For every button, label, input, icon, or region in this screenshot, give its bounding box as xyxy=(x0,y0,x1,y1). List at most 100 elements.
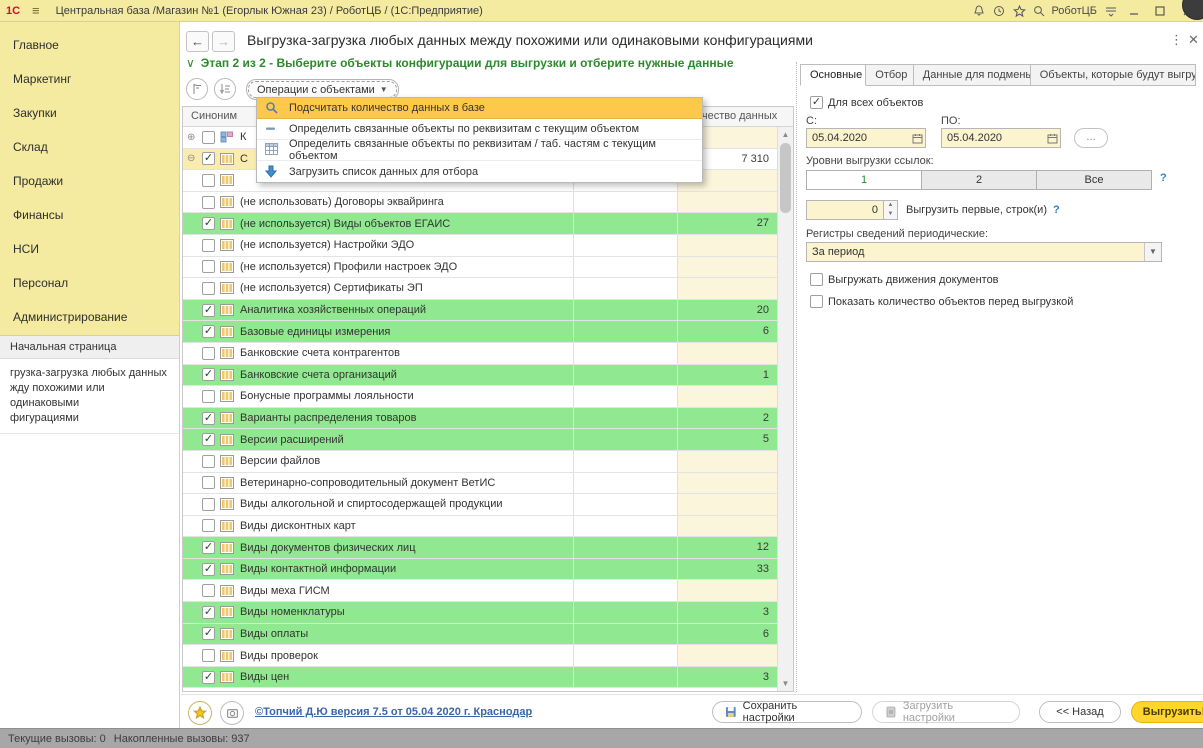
first-rows-input[interactable]: 0 xyxy=(806,200,884,220)
row-name-cell[interactable]: ✓Банковские счета организаций xyxy=(183,365,574,386)
row-count-cell[interactable] xyxy=(678,516,777,537)
table-scrollbar[interactable]: ▲ ▼ xyxy=(777,127,793,691)
row-name-cell[interactable]: Виды алкогольной и спиртосодержащей прод… xyxy=(183,494,574,515)
row-name-cell[interactable]: (не используется) Настройки ЭДО xyxy=(183,235,574,256)
for-all-objects-checkbox[interactable]: ✓ Для всех объектов xyxy=(806,96,923,109)
main-menu-hamburger-icon[interactable]: ≡ xyxy=(32,3,40,18)
level-segment[interactable]: Все xyxy=(1037,170,1152,190)
row-filter-cell[interactable] xyxy=(574,300,678,321)
row-checkbox[interactable]: ✓ xyxy=(202,606,215,619)
scroll-down-icon[interactable]: ▼ xyxy=(779,677,792,690)
tab-item[interactable]: Отбор xyxy=(866,64,913,86)
row-checkbox[interactable] xyxy=(202,347,215,360)
row-count-cell[interactable]: 1 xyxy=(678,365,777,386)
forward-icon[interactable]: → xyxy=(212,31,235,52)
search-scope-label[interactable]: РоботЦБ xyxy=(1051,5,1097,17)
row-count-cell[interactable] xyxy=(678,257,777,278)
date-from-field[interactable]: 05.04.2020 xyxy=(806,128,926,148)
sidebar-section-item[interactable]: Персонал xyxy=(0,266,179,300)
row-checkbox[interactable] xyxy=(202,649,215,662)
menu-item[interactable]: Подсчитать количество данных в базе xyxy=(257,98,702,119)
row-name-cell[interactable]: ✓Варианты распределения товаров xyxy=(183,408,574,429)
row-checkbox[interactable]: ✓ xyxy=(202,217,215,230)
row-count-cell[interactable] xyxy=(678,473,777,494)
row-filter-cell[interactable] xyxy=(574,365,678,386)
table-row[interactable]: Версии файлов xyxy=(183,451,777,473)
row-checkbox[interactable] xyxy=(202,519,215,532)
row-filter-cell[interactable] xyxy=(574,645,678,666)
row-filter-cell[interactable] xyxy=(574,408,678,429)
table-row[interactable]: ✓Версии расширений5 xyxy=(183,429,777,451)
row-name-cell[interactable]: ✓Виды цен xyxy=(183,667,574,688)
row-name-cell[interactable]: ✓(не используется) Виды объектов ЕГАИС xyxy=(183,213,574,234)
checkbox-icon[interactable] xyxy=(810,273,823,286)
export-movements-checkbox[interactable]: Выгружать движения документов xyxy=(806,273,999,286)
row-count-cell[interactable]: 33 xyxy=(678,559,777,580)
maximize-icon[interactable] xyxy=(1147,2,1173,20)
sidebar-section-item[interactable]: Склад xyxy=(0,130,179,164)
tab-item[interactable]: Данные для подмены xyxy=(914,64,1031,86)
show-count-checkbox[interactable]: Показать количество объектов перед выгру… xyxy=(806,295,1073,308)
row-filter-cell[interactable] xyxy=(574,235,678,256)
row-count-cell[interactable] xyxy=(678,494,777,515)
row-checkbox[interactable] xyxy=(202,282,215,295)
calendar-icon[interactable] xyxy=(1044,129,1060,147)
table-row[interactable]: ✓Аналитика хозяйственных операций20 xyxy=(183,300,777,322)
row-filter-cell[interactable] xyxy=(574,429,678,450)
row-count-cell[interactable] xyxy=(678,451,777,472)
row-count-cell[interactable] xyxy=(678,192,777,213)
row-checkbox[interactable] xyxy=(202,131,215,144)
row-checkbox[interactable] xyxy=(202,584,215,597)
more-actions-icon[interactable]: ⋮ xyxy=(1170,32,1183,48)
collapse-chevron-icon[interactable]: ∨ xyxy=(186,56,195,70)
row-count-cell[interactable] xyxy=(678,580,777,601)
dropdown-arrow-icon[interactable]: ▼ xyxy=(1144,243,1161,261)
row-checkbox[interactable] xyxy=(202,390,215,403)
spin-down-icon[interactable]: ▼ xyxy=(884,210,897,219)
row-count-cell[interactable]: 27 xyxy=(678,213,777,234)
expand-all-button[interactable] xyxy=(186,78,208,100)
row-name-cell[interactable]: Виды проверок xyxy=(183,645,574,666)
table-row[interactable]: Ветеринарно-сопроводительный документ Ве… xyxy=(183,473,777,495)
row-count-cell[interactable] xyxy=(678,278,777,299)
row-name-cell[interactable]: ✓Версии расширений xyxy=(183,429,574,450)
row-checkbox[interactable] xyxy=(202,455,215,468)
row-checkbox[interactable] xyxy=(202,174,215,187)
search-icon[interactable] xyxy=(1029,2,1049,20)
row-checkbox[interactable] xyxy=(202,196,215,209)
menu-item[interactable]: Определить связанные объекты по реквизит… xyxy=(257,140,702,161)
row-count-cell[interactable]: 6 xyxy=(678,624,777,645)
table-row[interactable]: ✓Базовые единицы измерения6 xyxy=(183,321,777,343)
row-count-cell[interactable]: 6 xyxy=(678,321,777,342)
row-name-cell[interactable]: ✓Виды документов физических лиц xyxy=(183,537,574,558)
row-name-cell[interactable]: ✓Виды оплаты xyxy=(183,624,574,645)
scroll-up-icon[interactable]: ▲ xyxy=(779,128,792,141)
row-checkbox[interactable] xyxy=(202,476,215,489)
history-clock-icon[interactable] xyxy=(989,2,1009,20)
level-segment[interactable]: 2 xyxy=(922,170,1037,190)
table-row[interactable]: ✓Виды цен 3 xyxy=(183,667,777,689)
row-checkbox[interactable] xyxy=(202,239,215,252)
row-name-cell[interactable]: ✓Виды контактной информации xyxy=(183,559,574,580)
row-filter-cell[interactable] xyxy=(574,473,678,494)
table-row[interactable]: ✓Банковские счета организаций 1 xyxy=(183,365,777,387)
registers-period-select[interactable]: За период ▼ xyxy=(806,242,1162,262)
table-row[interactable]: ✓Виды контактной информации 33 xyxy=(183,559,777,581)
levels-help-icon[interactable]: ? xyxy=(1160,172,1167,184)
menu-item[interactable]: Определить связанные объекты по реквизит… xyxy=(257,119,702,140)
about-author-link[interactable]: ©Топчий Д.Ю версия 7.5 от 05.04 2020 г. … xyxy=(255,706,532,718)
sidebar-section-item[interactable]: Закупки xyxy=(0,96,179,130)
scrollbar-thumb[interactable] xyxy=(780,143,791,213)
row-filter-cell[interactable] xyxy=(574,343,678,364)
row-filter-cell[interactable] xyxy=(574,386,678,407)
table-row[interactable]: Виды меха ГИСМ xyxy=(183,580,777,602)
row-filter-cell[interactable] xyxy=(574,667,678,688)
row-count-cell[interactable]: 2 xyxy=(678,408,777,429)
table-row[interactable]: ✓Виды номенклатуры3 xyxy=(183,602,777,624)
row-checkbox[interactable]: ✓ xyxy=(202,412,215,425)
export-button[interactable]: Выгрузить! xyxy=(1131,701,1203,723)
table-row[interactable]: ✓Варианты распределения товаров 2 xyxy=(183,408,777,430)
row-name-cell[interactable]: ✓Аналитика хозяйственных операций xyxy=(183,300,574,321)
sidebar-item-home[interactable]: Начальная страница xyxy=(0,336,179,359)
row-count-cell[interactable]: 3 xyxy=(678,667,777,688)
